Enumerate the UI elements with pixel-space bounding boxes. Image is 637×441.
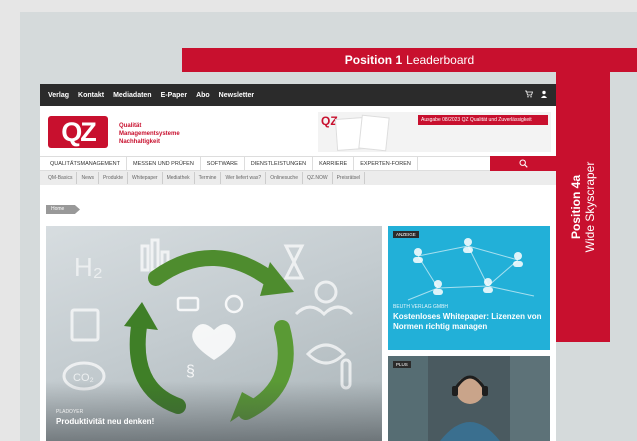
ad-badge: ANZEIGE xyxy=(393,231,419,238)
topnav-abo[interactable]: Abo xyxy=(196,92,210,99)
plus-badge: PLUS xyxy=(393,361,411,368)
mainnav-qualitaetsmanagement[interactable]: QUALITÄTSMANAGEMENT xyxy=(44,156,127,171)
leaderboard-banner[interactable]: Position 1 Leaderboard xyxy=(182,48,637,72)
mainnav-messen-pruefen[interactable]: MESSEN UND PRÜFEN xyxy=(127,156,201,171)
sub-navigation: QM-Basics News Produkte Whitepaper Media… xyxy=(40,171,556,185)
mainnav-karriere[interactable]: KARRIERE xyxy=(313,156,355,171)
hero-article[interactable]: H₂ CO₂ § PLADOYER Produktivität neu denk… xyxy=(46,226,382,441)
search-icon xyxy=(519,159,528,168)
leaderboard-label: Leaderboard xyxy=(406,53,475,67)
subnav-mediathek[interactable]: Mediathek xyxy=(163,172,195,184)
skyscraper-label: Wide Skyscraper xyxy=(583,161,597,253)
whitepaper-card[interactable]: ANZEIGE BEUTH VERLAG GMBH Kostenloses Wh… xyxy=(388,226,550,350)
magazine-cover-2 xyxy=(358,114,390,152)
card-title[interactable]: Kostenloses Whitepaper: Lizenzen von Nor… xyxy=(393,312,543,332)
subnav-preisraetsel[interactable]: Preisrätsel xyxy=(333,172,366,184)
tagline-line-3: Nachhaltigkeit xyxy=(119,139,161,145)
qz-logo[interactable]: QZ xyxy=(48,116,108,148)
skyscraper-text: Position 4a Wide Skyscraper xyxy=(569,162,597,253)
main-navigation: QUALITÄTSMANAGEMENT MESSEN UND PRÜFEN SO… xyxy=(40,156,556,171)
subnav-wer-liefert-was[interactable]: Wer liefert was? xyxy=(221,172,267,184)
cart-icon[interactable] xyxy=(525,90,534,100)
topnav-verlag[interactable]: Verlag xyxy=(48,92,69,99)
subnav-onlinesuche[interactable]: Onlinesuche xyxy=(266,172,303,184)
subnav-qm-basics[interactable]: QM-Basics xyxy=(44,172,78,184)
leaderboard-position: Position 1 xyxy=(344,53,403,67)
hero-overlay xyxy=(46,381,382,441)
topnav-epaper[interactable]: E-Paper xyxy=(161,92,187,99)
user-icon[interactable] xyxy=(540,90,548,100)
subnav-qz-now[interactable]: QZ.NOW xyxy=(303,172,333,184)
hero-kicker: PLADOYER xyxy=(56,409,84,415)
search-button[interactable] xyxy=(490,156,556,171)
top-navigation: Verlag Kontakt Mediadaten E-Paper Abo Ne… xyxy=(40,84,556,106)
topnav-kontakt[interactable]: Kontakt xyxy=(78,92,104,99)
subnav-news[interactable]: News xyxy=(77,172,99,184)
tagline-line-1: Qualität xyxy=(119,123,142,129)
person-headphones-photo xyxy=(388,356,550,441)
subnav-produkte[interactable]: Produkte xyxy=(99,172,128,184)
tagline-line-2: Managementsysteme xyxy=(119,131,180,137)
magazine-ad[interactable]: QZ Ausgabe 08/2023 QZ Qualität und Zuver… xyxy=(318,112,551,152)
plus-article-card[interactable]: PLUS xyxy=(388,356,550,441)
skyscraper-banner[interactable]: Position 4a Wide Skyscraper xyxy=(556,72,610,342)
breadcrumb[interactable]: Home xyxy=(46,205,80,214)
svg-text:H₂: H₂ xyxy=(74,252,103,282)
website-preview: Verlag Kontakt Mediadaten E-Paper Abo Ne… xyxy=(40,84,556,441)
skyscraper-position: Position 4a xyxy=(569,174,583,240)
mainnav-software[interactable]: SOFTWARE xyxy=(201,156,245,171)
subnav-whitepaper[interactable]: Whitepaper xyxy=(128,172,163,184)
mainnav-experten-foren[interactable]: EXPERTEN-FOREN xyxy=(354,156,418,171)
card-source: BEUTH VERLAG GMBH xyxy=(393,304,449,310)
topnav-icons xyxy=(525,90,548,100)
topnav-mediadaten[interactable]: Mediadaten xyxy=(113,92,152,99)
ad-title: Ausgabe 08/2023 QZ Qualität und Zuverläs… xyxy=(418,115,548,125)
mainnav-dienstleistungen[interactable]: DIENSTLEISTUNGEN xyxy=(245,156,314,171)
svg-text:§: § xyxy=(186,363,195,380)
site-header: QZ Qualität Managementsysteme Nachhaltig… xyxy=(40,106,556,156)
hero-title[interactable]: Produktivität neu denken! xyxy=(56,417,154,426)
logo-tagline: Qualität Managementsysteme Nachhaltigkei… xyxy=(119,122,180,146)
subnav-termine[interactable]: Termine xyxy=(195,172,222,184)
topnav-newsletter[interactable]: Newsletter xyxy=(219,92,254,99)
